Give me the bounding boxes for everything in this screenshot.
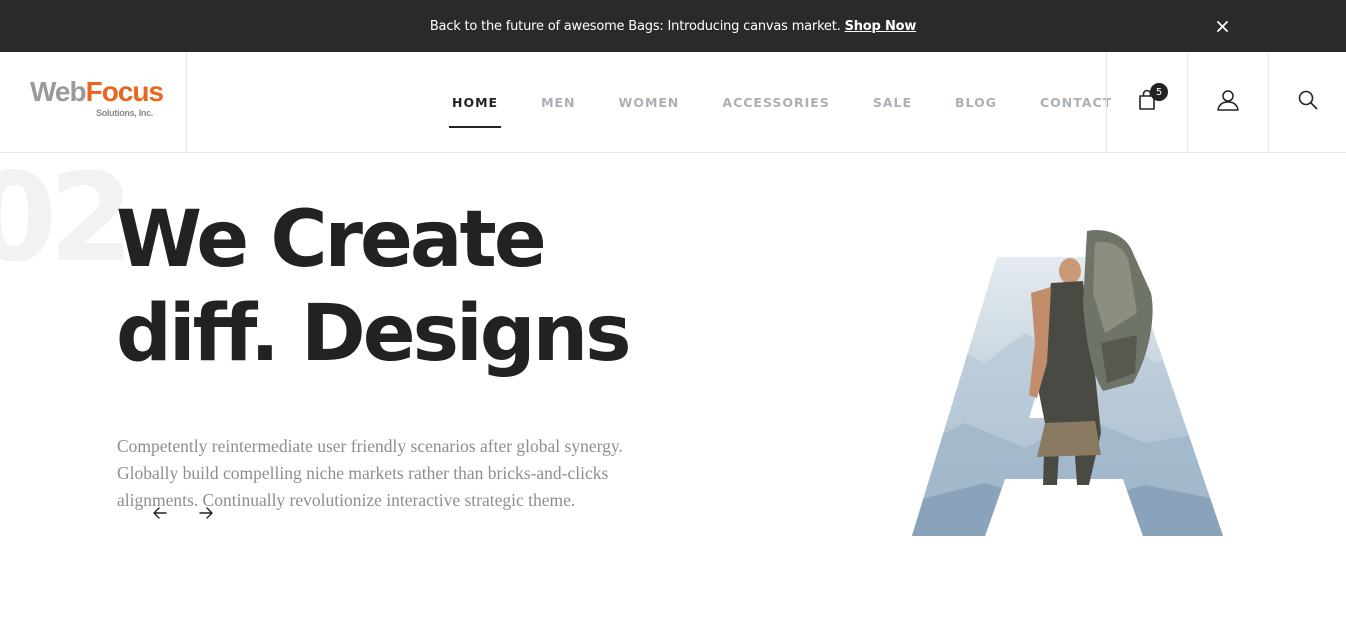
nav-item-women[interactable]: WOMEN — [616, 87, 683, 118]
hero-letter-graphic — [905, 223, 1235, 543]
logo-cell: WebFocus Solutions, Inc. — [0, 52, 187, 152]
logo-subtitle: Solutions, Inc. — [96, 108, 154, 118]
hero-description: Competently reintermediate user friendly… — [117, 436, 623, 510]
nav-item-sale[interactable]: SALE — [870, 87, 915, 118]
logo[interactable]: WebFocus Solutions, Inc. — [30, 76, 164, 118]
nav-item-blog[interactable]: BLOG — [952, 87, 1000, 118]
announcement-bar: Back to the future of awesome Bags: Intr… — [0, 0, 1346, 52]
hero-headline-line-2: diff. Designs — [116, 289, 632, 379]
hero-slider: 02 We Create diff. Designs Competently r… — [0, 153, 1346, 622]
logo-word-web: Web — [30, 76, 87, 107]
hero-headline-line-1: We Create — [116, 195, 547, 285]
cart-count-badge: 5 — [1150, 83, 1168, 101]
slide-number: 02 — [0, 147, 134, 289]
arrow-left-icon[interactable] — [150, 503, 170, 523]
search-icon — [1298, 90, 1318, 115]
shop-now-link[interactable]: Shop Now — [845, 19, 917, 34]
nav-item-contact[interactable]: CONTACT — [1037, 87, 1115, 118]
cart-button[interactable]: 5 — [1106, 52, 1187, 152]
slider-arrows — [150, 503, 242, 523]
main-nav: HOME MEN WOMEN ACCESSORIES SALE BLOG CON… — [449, 52, 1152, 152]
close-icon[interactable] — [1210, 14, 1234, 38]
nav-item-home[interactable]: HOME — [449, 87, 502, 128]
account-button[interactable] — [1187, 52, 1268, 152]
user-icon — [1216, 89, 1240, 116]
arrow-right-icon[interactable] — [196, 503, 216, 523]
hero-headline: We Create diff. Designs — [116, 193, 736, 381]
site-header: WebFocus Solutions, Inc. HOME MEN WOMEN … — [0, 52, 1346, 153]
nav-item-men[interactable]: MEN — [538, 87, 578, 118]
search-button[interactable] — [1268, 52, 1346, 152]
logo-word-focus: Focus — [85, 76, 164, 107]
nav-item-accessories[interactable]: ACCESSORIES — [719, 87, 832, 118]
announcement-message: Back to the future of awesome Bags: Intr… — [429, 18, 841, 34]
